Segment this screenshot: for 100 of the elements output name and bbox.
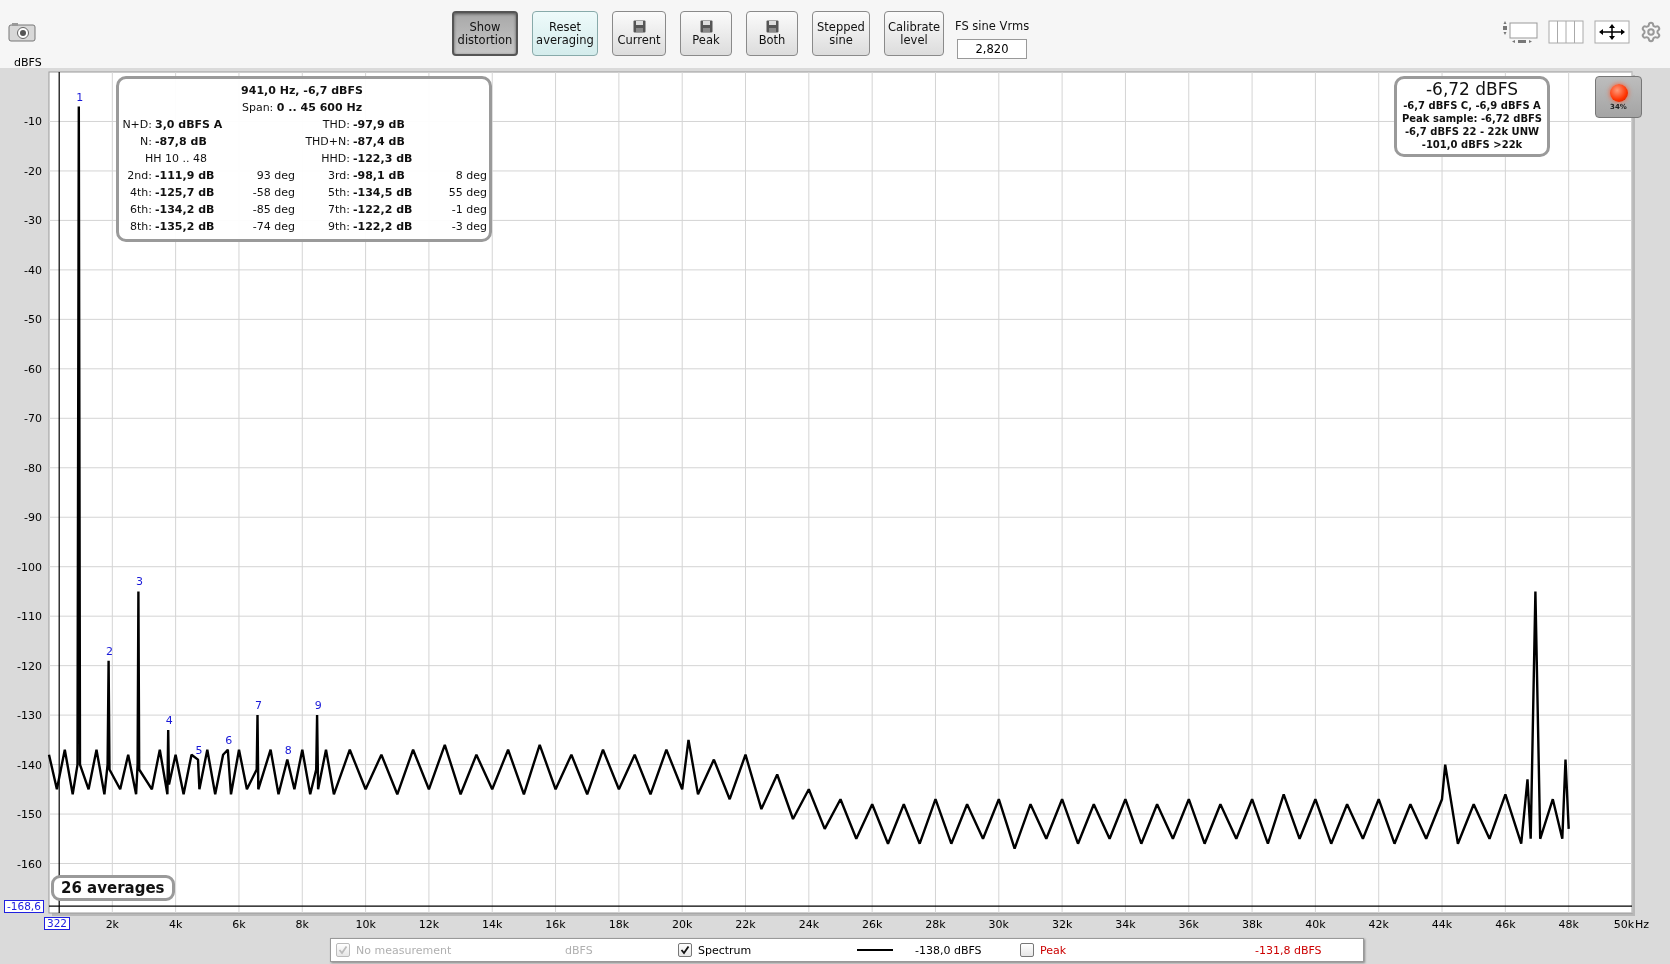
camera-icon[interactable] [8, 22, 36, 42]
y-tick-label: -160 [17, 857, 42, 871]
fundamental-reading: 941,0 Hz, -6,7 dBFS [240, 83, 364, 99]
x-tick-label: 42k [1368, 918, 1389, 930]
x-tick-label: 46k [1495, 918, 1516, 930]
legend-label: Spectrum [698, 943, 753, 957]
x-tick-label: 34k [1115, 918, 1136, 930]
x-tick-label: 20k [672, 918, 693, 930]
metric-value: -122,3 dB [353, 152, 414, 165]
harmonic-phase: 8 deg [454, 169, 487, 182]
harmonic-level: -122,2 dB [353, 220, 414, 233]
metric-label: HHD: [320, 152, 351, 165]
harmonic-name: 5th: [327, 186, 351, 199]
level-detail: -6,7 dBFS C, -6,9 dBFS A [1402, 99, 1542, 112]
harmonic-level: -98,1 dB [353, 169, 406, 182]
toolbar-button[interactable]: Show distortion [452, 11, 518, 56]
legend-reading: -131,8 dBFS [1255, 943, 1323, 957]
x-tick-label: 16k [545, 918, 566, 930]
checkbox[interactable] [678, 943, 692, 957]
harmonic-level: -125,7 dB [155, 186, 216, 199]
y-tick-label: -10 [24, 115, 42, 129]
harmonic-range: HH 10 .. 48 [144, 152, 208, 165]
cursor-line[interactable] [58, 71, 60, 914]
level-reading: -6,72 dBFS [1424, 80, 1520, 99]
level-detail: Peak sample: -6,72 dBFS [1400, 112, 1544, 125]
y-axis-unit: dBFS [14, 56, 43, 69]
averages-count: 26 averages [51, 875, 175, 901]
y-tick-label: -30 [24, 214, 42, 228]
y-tick-label: -120 [17, 659, 42, 673]
harmonic-label: 2 [106, 644, 114, 658]
x-tick-label: 36k [1178, 918, 1199, 930]
metric-label: N: [139, 135, 153, 148]
harmonic-label: 3 [135, 575, 143, 589]
x-tick-label: 48k [1558, 918, 1579, 930]
x-tick-label: 10k [355, 918, 376, 930]
settings-icon[interactable] [1640, 21, 1662, 43]
harmonic-name: 3rd: [326, 169, 351, 182]
x-tick-label: 22k [735, 918, 756, 930]
toolbar-button[interactable]: Reset averaging [532, 11, 598, 56]
x-tick-label: 26k [861, 918, 883, 930]
harmonic-label: 4 [165, 713, 173, 727]
columns-icon[interactable] [1548, 20, 1584, 44]
line-sample [857, 949, 893, 951]
x-axis-unit: Hz [1635, 918, 1650, 930]
x-tick-label: 2k [105, 918, 119, 930]
legend-label: Peak [1040, 943, 1068, 957]
x-tick-label: 28k [925, 918, 946, 930]
y-tick-label: -70 [24, 412, 42, 426]
metric-value: -87,4 dB [353, 135, 406, 148]
y-tick-label: -80 [24, 461, 42, 475]
y-tick-label: -90 [24, 511, 42, 525]
record-icon [1609, 83, 1628, 102]
span-text: Span: 0 .. 45 600 Hz [240, 100, 364, 116]
metric-label: N+D: [121, 118, 153, 131]
move-icon[interactable] [1594, 20, 1630, 44]
x-tick-label: 24k [798, 918, 820, 930]
harmonic-phase: 55 deg [447, 186, 487, 199]
y-tick-label: -60 [24, 362, 42, 376]
save-icon [699, 20, 713, 33]
y-tick-label: -50 [24, 313, 42, 327]
save-button[interactable]: Both [746, 11, 798, 56]
legend-reading: dBFS [565, 943, 594, 957]
save-icon [765, 20, 779, 33]
harmonic-phase: -3 deg [450, 220, 487, 233]
harmonic-phase: -1 deg [450, 203, 487, 216]
metric-value: 3,0 dBFS A [155, 118, 224, 131]
save-icon [632, 20, 646, 33]
save-button[interactable]: Current [612, 11, 666, 56]
layout-icon[interactable] [1502, 20, 1538, 44]
harmonic-label: 5 [195, 743, 203, 757]
harmonic-label: 6 [225, 733, 233, 747]
harmonic-name: 9th: [327, 220, 351, 233]
y-tick-label: -150 [17, 808, 42, 822]
input-field[interactable]: 2,820 [957, 39, 1027, 59]
harmonic-label: 1 [76, 90, 84, 104]
x-tick-label: 30k [988, 918, 1009, 930]
toolbar-button[interactable]: Stepped sine [812, 11, 870, 56]
x-tick-label: 18k [608, 918, 630, 930]
harmonic-name: 2nd: [126, 169, 153, 182]
metric-label: THD+N: [304, 135, 351, 148]
checkbox[interactable] [1020, 943, 1034, 957]
x-tick-label: 4k [168, 918, 183, 930]
x-tick-label: 14k [482, 918, 503, 930]
y-tick-label: -100 [17, 560, 42, 574]
x-tick-label: 50k [1613, 918, 1635, 930]
harmonic-level: -135,2 dB [155, 220, 216, 233]
save-button[interactable]: Peak [680, 11, 732, 56]
x-tick-label: 32k [1051, 918, 1073, 930]
y-tick-label: -110 [17, 610, 42, 624]
harmonic-name: 4th: [129, 186, 153, 199]
toolbar-button[interactable]: Calibrate level [884, 11, 944, 56]
y-cursor-readout: -168,6 [4, 900, 44, 913]
harmonic-label: 8 [284, 743, 292, 757]
metric-label: THD: [321, 118, 351, 131]
harmonic-phase: 93 deg [255, 169, 295, 182]
y-tick-label: -40 [24, 263, 42, 277]
field-label: FS sine Vrms [955, 19, 1030, 33]
harmonic-name: 8th: [129, 220, 153, 233]
x-cursor-readout: 322 [44, 917, 71, 930]
harmonic-label: 9 [314, 699, 322, 713]
